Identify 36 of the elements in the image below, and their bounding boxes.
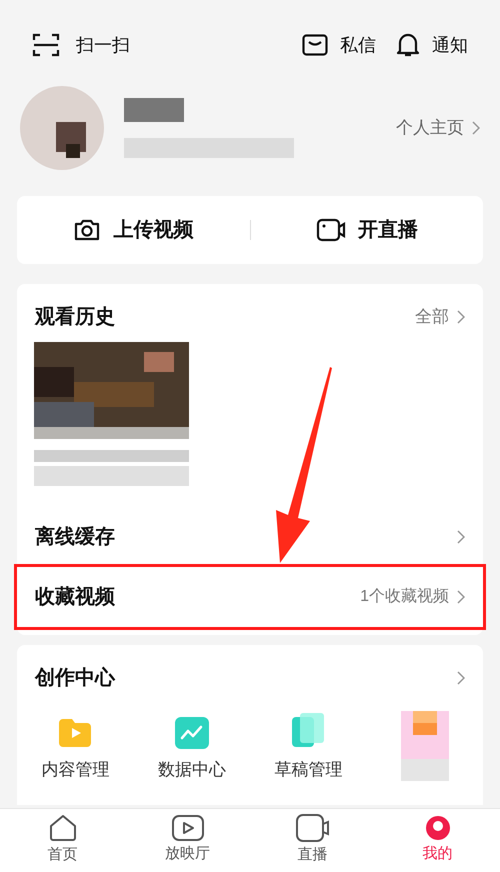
nav-tab[interactable]: 放映厅 xyxy=(125,809,250,872)
scan-button[interactable]: 扫一扫 xyxy=(32,32,130,58)
avatar-icon xyxy=(424,815,450,842)
video-camera-icon xyxy=(296,814,330,842)
blurred-username xyxy=(124,98,184,122)
nav-tab[interactable]: 首页 xyxy=(0,809,125,872)
scan-icon xyxy=(32,32,60,58)
chevron-icon xyxy=(457,530,465,544)
play-icon xyxy=(172,815,204,842)
header-action-button[interactable]: 私信 xyxy=(302,32,376,58)
all-link[interactable]: 全部 xyxy=(415,304,465,330)
bell-icon xyxy=(396,32,420,58)
creation-tool[interactable]: 草稿管理 xyxy=(250,711,366,782)
mail-icon xyxy=(302,34,328,56)
quick-action-button[interactable]: 上传视频 xyxy=(17,196,250,264)
section-title: 创作中心 xyxy=(35,666,115,691)
home-icon xyxy=(48,814,76,842)
chevron-icon xyxy=(457,671,465,685)
homepage-link[interactable]: 个人主页 xyxy=(396,115,480,141)
camera-icon xyxy=(73,218,102,242)
list-row[interactable]: 收藏视频 1个收藏视频 xyxy=(17,567,483,627)
creation-tool[interactable]: 数据中心 xyxy=(134,711,250,782)
video-camera-icon xyxy=(316,218,346,242)
folder-play-icon xyxy=(57,717,94,749)
chart-icon xyxy=(174,717,209,749)
nav-tab[interactable]: 直播 xyxy=(250,809,375,872)
list-row[interactable]: 离线缓存 xyxy=(17,507,483,567)
nav-tab[interactable]: 我的 xyxy=(375,809,500,872)
header-action-button[interactable]: 通知 xyxy=(396,32,468,58)
draft-icon xyxy=(290,713,326,749)
section-title: 观看历史 xyxy=(35,305,115,330)
chevron-icon xyxy=(457,590,465,604)
creation-tool[interactable]: 内容管理 xyxy=(17,711,134,782)
quick-action-button[interactable]: 开直播 xyxy=(250,196,483,264)
chevron-icon xyxy=(457,310,465,324)
chevron-icon xyxy=(472,121,480,135)
